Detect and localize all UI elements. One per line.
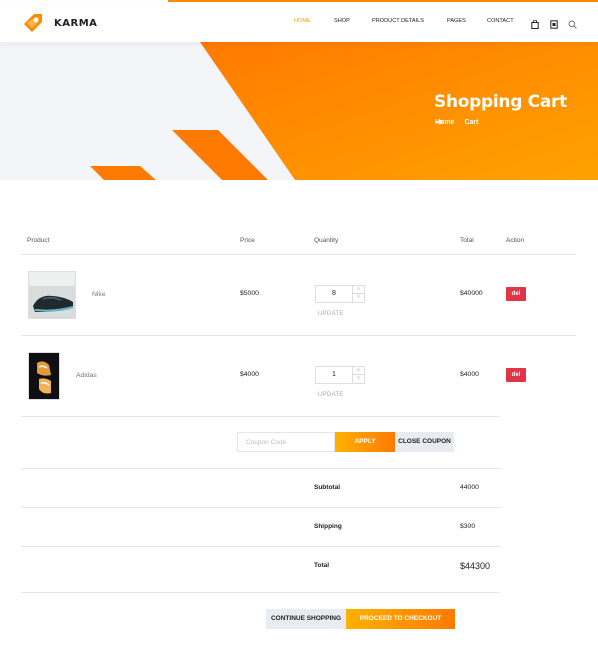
chevron-up-icon[interactable]: ˄: [352, 367, 364, 375]
row-divider: [21, 468, 500, 469]
breadcrumb: Home Cart: [435, 119, 478, 126]
subtotal-label: Subtotal: [314, 484, 340, 491]
product-price: $4000: [240, 371, 259, 378]
search-icon[interactable]: [568, 16, 577, 34]
site-header: KARMA HOME SHOP PRODUCT DETAILS PAGES CO…: [0, 2, 598, 42]
apply-coupon-button[interactable]: APPLY: [335, 432, 395, 452]
product-name: Adidas: [76, 372, 97, 379]
row-total: $4000: [460, 371, 479, 378]
chevron-down-icon[interactable]: ˅: [352, 375, 364, 383]
proceed-to-checkout-button[interactable]: PROCEED TO CHECKOUT: [346, 609, 455, 629]
nav-pages[interactable]: PAGES: [447, 18, 466, 24]
quantity-stepper[interactable]: 1 ˄ ˅: [315, 366, 365, 384]
logo-icon: [20, 10, 46, 36]
nav-home[interactable]: HOME: [294, 18, 311, 24]
page-banner: Shopping Cart Home Cart: [0, 42, 598, 180]
row-divider: [21, 592, 500, 593]
product-price: $5000: [240, 290, 259, 297]
continue-shopping-button[interactable]: CONTINUE SHOPPING: [266, 609, 346, 629]
logo[interactable]: KARMA: [20, 10, 97, 36]
row-divider: [21, 507, 500, 508]
chevron-up-icon[interactable]: ˄: [352, 286, 364, 294]
header-divider: [21, 254, 576, 255]
shipping-label: Shipping: [314, 523, 342, 530]
nav-product-details[interactable]: PRODUCT DETAILS: [372, 18, 424, 24]
row-divider: [21, 416, 500, 417]
row-divider: [21, 335, 576, 336]
card-icon[interactable]: [550, 16, 558, 34]
product-image-adidas[interactable]: [28, 352, 60, 400]
quantity-value[interactable]: 1: [316, 371, 352, 378]
brand-name: KARMA: [54, 17, 98, 29]
delete-button[interactable]: del: [506, 368, 526, 382]
coupon-input[interactable]: Coupon Code: [237, 432, 335, 452]
close-coupon-button[interactable]: CLOSE COUPON: [395, 432, 454, 452]
bag-icon[interactable]: [531, 16, 539, 34]
nav-contact[interactable]: CONTACT: [487, 18, 514, 24]
breadcrumb-cart[interactable]: Cart: [464, 119, 478, 126]
row-divider: [21, 546, 500, 547]
total-label: Total: [314, 562, 330, 569]
column-header-total: Total: [460, 237, 474, 244]
delete-button[interactable]: del: [506, 287, 526, 301]
product-name: Nike: [92, 291, 106, 298]
quantity-value[interactable]: 8: [316, 290, 352, 297]
update-button[interactable]: UPDATE: [318, 311, 344, 317]
column-header-action: Action: [506, 237, 525, 244]
quantity-stepper[interactable]: 8 ˄ ˅: [315, 285, 365, 303]
subtotal-value: 44000: [460, 484, 479, 491]
nav-shop[interactable]: SHOP: [334, 18, 350, 24]
column-header-quantity: Quantity: [314, 237, 339, 244]
row-total: $40000: [460, 290, 483, 297]
chevron-down-icon[interactable]: ˅: [352, 294, 364, 302]
total-value: $44300: [460, 561, 491, 571]
shipping-value: $300: [460, 523, 476, 530]
update-button[interactable]: UPDATE: [318, 392, 344, 398]
product-image-nike[interactable]: [28, 271, 76, 319]
column-header-product: Product: [27, 237, 50, 244]
column-header-price: Price: [240, 237, 255, 244]
page-title: Shopping Cart: [434, 92, 567, 112]
